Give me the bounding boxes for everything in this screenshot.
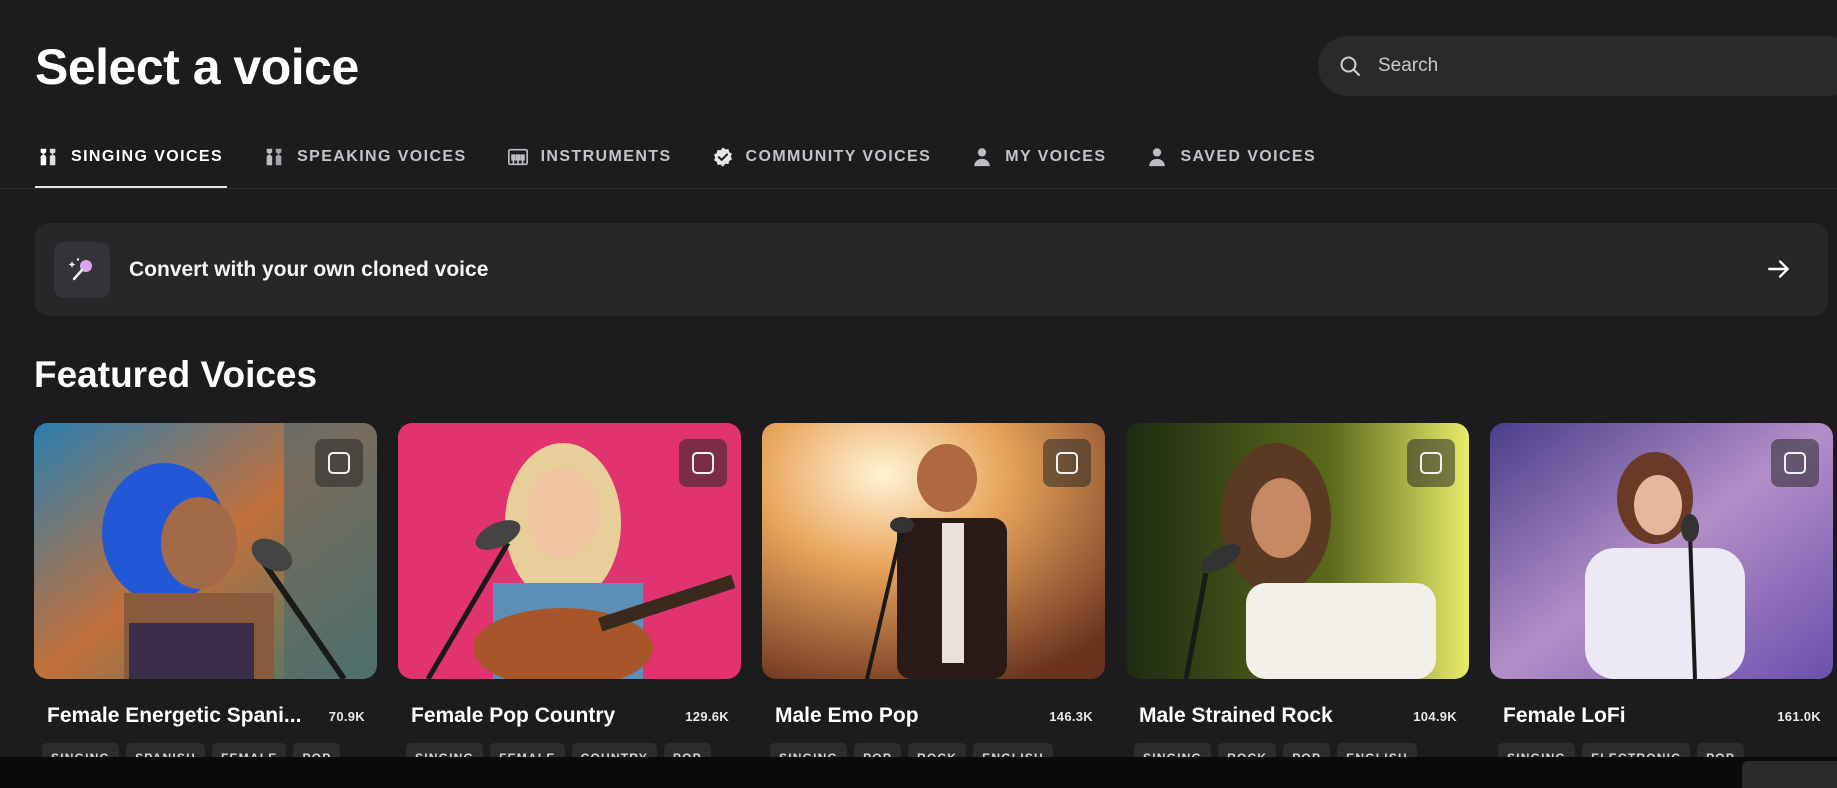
select-checkbox[interactable] [315,439,363,487]
clone-icon-box [54,241,110,298]
voice-card-meta: Female Energetic Spani... 70.9K [34,704,377,728]
piano-icon [507,148,528,166]
voice-name: Female Pop Country [411,704,616,727]
voice-name: Male Strained Rock [1139,704,1333,727]
voice-name: Female Energetic Spani... [47,704,302,727]
select-checkbox[interactable] [1043,439,1091,487]
featured-voices-list: Female Energetic Spani... 70.9K SINGING … [34,423,1833,773]
tab-singing-voices[interactable]: SINGING VOICES [35,140,228,188]
tab-community-voices[interactable]: COMMUNITY VOICES [710,140,936,188]
tab-label: INSTRUMENTS [540,148,672,165]
select-checkbox[interactable] [679,439,727,487]
voice-card[interactable]: Male Emo Pop 146.3K SINGING POP ROCK ENG… [762,423,1105,773]
bottom-bar-handle [1742,761,1837,788]
voice-card-image [398,423,741,679]
checkbox-icon [1784,452,1806,474]
voice-card[interactable]: Female LoFi 161.0K SINGING ELECTRONIC PO… [1490,423,1833,773]
voice-usage-count: 70.9K [328,708,365,724]
featured-voices-title: Featured Voices [34,354,318,395]
speaking-voices-icon [266,148,282,166]
voice-usage-count: 146.3K [1049,708,1093,724]
voice-card[interactable]: Female Pop Country 129.6K SINGING FEMALE… [398,423,741,773]
checkbox-icon [1056,452,1078,474]
voice-card-image [1490,423,1833,679]
voice-card-meta: Male Emo Pop 146.3K [762,704,1105,728]
search-bar[interactable] [1318,36,1837,96]
voice-name: Female LoFi [1503,704,1626,727]
tab-label: MY VOICES [1005,148,1107,165]
voice-card-meta: Male Strained Rock 104.9K [1126,704,1469,728]
tab-label: COMMUNITY VOICES [745,148,932,165]
voice-card[interactable]: Male Strained Rock 104.9K SINGING ROCK P… [1126,423,1469,773]
select-checkbox[interactable] [1771,439,1819,487]
clone-voice-banner[interactable]: Convert with your own cloned voice [35,223,1828,316]
person-icon [974,148,991,167]
select-checkbox[interactable] [1407,439,1455,487]
voice-selector-page: Select a voice SINGING VOICES SPEAKING V… [0,0,1837,788]
tabs-divider [0,188,1837,189]
tab-label: SINGING VOICES [71,148,224,165]
voice-usage-count: 129.6K [685,708,729,724]
voice-card[interactable]: Female Energetic Spani... 70.9K SINGING … [34,423,377,773]
checkbox-icon [1420,452,1442,474]
voice-usage-count: 104.9K [1413,708,1457,724]
arrow-right-icon[interactable] [1766,256,1792,282]
singing-voices-icon [40,148,56,166]
voice-card-image [1126,423,1469,679]
tab-speaking-voices[interactable]: SPEAKING VOICES [261,140,470,188]
checkbox-icon [328,452,350,474]
voice-card-meta: Female Pop Country 129.6K [398,704,741,728]
checkbox-icon [692,452,714,474]
tab-label: SPEAKING VOICES [297,148,467,165]
voice-card-image [34,423,377,679]
tab-label: SAVED VOICES [1180,148,1317,165]
voice-name: Male Emo Pop [775,704,919,727]
voice-card-image [762,423,1105,679]
person-icon [1149,148,1166,167]
voice-category-tabs: SINGING VOICES SPEAKING VOICES INSTRUMEN… [35,140,1837,188]
clone-banner-label: Convert with your own cloned voice [129,257,489,281]
tab-instruments[interactable]: INSTRUMENTS [505,140,676,188]
search-icon [1340,56,1360,76]
search-input[interactable] [1378,55,1778,77]
tab-saved-voices[interactable]: SAVED VOICES [1144,140,1320,188]
voice-usage-count: 161.0K [1777,708,1821,724]
page-title: Select a voice [35,39,359,95]
bottom-bar [0,757,1837,788]
voice-card-meta: Female LoFi 161.0K [1490,704,1833,728]
microphone-sparkle-icon [68,257,92,280]
verified-badge-icon [713,147,732,167]
tab-my-voices[interactable]: MY VOICES [969,140,1110,188]
